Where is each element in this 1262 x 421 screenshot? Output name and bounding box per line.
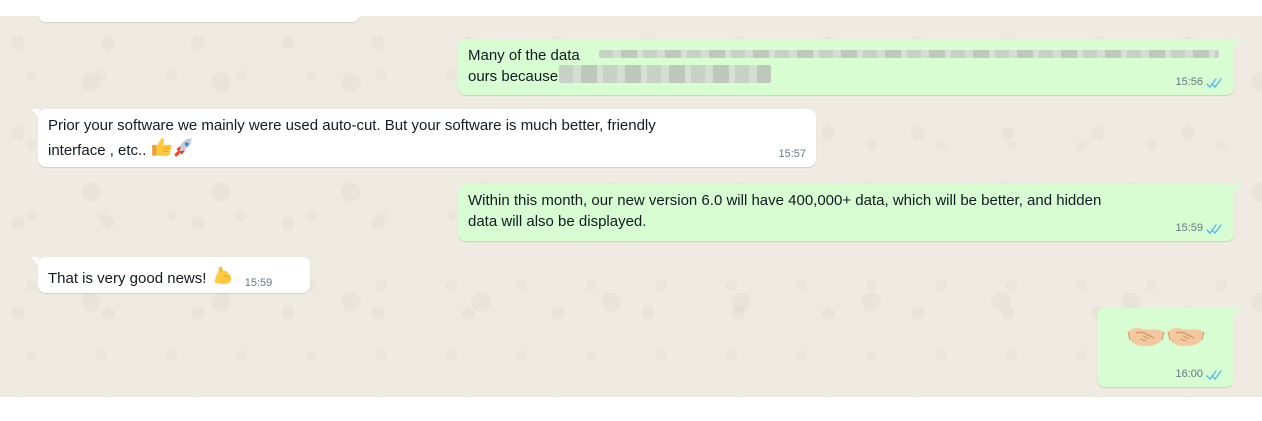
message-text-line: Prior your software we mainly were used …	[48, 117, 656, 134]
read-receipt-icon	[1206, 77, 1224, 89]
previous-message-bubble	[38, 16, 360, 22]
emoji-row	[1107, 318, 1224, 353]
redaction-blur	[599, 50, 1219, 58]
message-time: 15:59	[244, 277, 273, 289]
chat-panel: Many of the data ours because 15:56 Prio…	[0, 16, 1262, 397]
read-receipt-icon	[1206, 369, 1224, 381]
message-meta: 15:59	[1175, 222, 1224, 235]
message-text-fragment: interface , etc..	[48, 142, 147, 159]
message-meta: 15:57	[778, 148, 806, 161]
flexed-biceps-emoji	[211, 264, 235, 286]
rocket-emoji	[173, 136, 195, 158]
thumbs-up-emoji	[151, 136, 173, 158]
incoming-message[interactable]: That is very good news! 15:59	[31, 257, 310, 293]
read-receipt-icon	[1206, 223, 1224, 235]
message-time: 15:57	[778, 148, 806, 160]
outgoing-message[interactable]: Within this month, our new version 6.0 w…	[458, 184, 1241, 241]
message-text-line: Within this month, our new version 6.0 w…	[468, 192, 1102, 209]
message-time: 15:56	[1175, 76, 1203, 88]
incoming-message[interactable]: Prior your software we mainly were used …	[31, 109, 816, 167]
message-meta: 16:00	[1175, 368, 1224, 381]
outgoing-message[interactable]: 16:00	[1097, 308, 1241, 387]
message-meta: 15:56	[1175, 76, 1224, 89]
outgoing-message[interactable]: Many of the data ours because 15:56	[458, 39, 1241, 95]
handshake-emoji	[1166, 322, 1206, 350]
redaction-blur	[559, 65, 771, 83]
message-time: 16:00	[1175, 368, 1203, 380]
handshake-emoji	[1126, 322, 1166, 350]
message-text: That is very good news!	[48, 270, 207, 287]
message-text-line: interface , etc..	[48, 136, 806, 161]
message-time: 15:59	[1175, 222, 1203, 234]
message-meta: 15:59	[245, 277, 273, 290]
message-text-line: data will also be displayed.	[468, 213, 647, 230]
